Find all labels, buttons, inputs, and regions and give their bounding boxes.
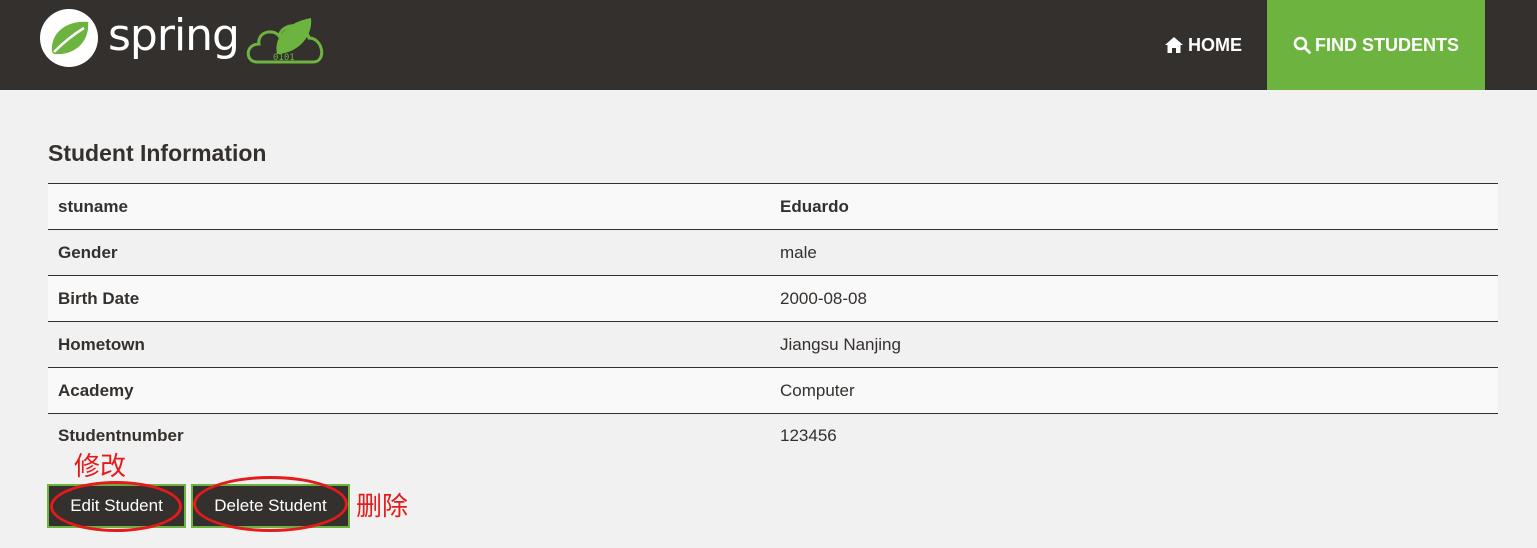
navbar: spring 0101 HOME FIND STUDENTS bbox=[0, 0, 1537, 90]
svg-text:0101: 0101 bbox=[273, 53, 295, 63]
table-row: Birth Date 2000-08-08 bbox=[48, 275, 1498, 322]
nav-find-students-link[interactable]: FIND STUDENTS bbox=[1267, 0, 1485, 90]
edit-student-button[interactable]: Edit Student bbox=[47, 484, 186, 528]
table-row: Hometown Jiangsu Nanjing bbox=[48, 321, 1498, 368]
row-label: Hometown bbox=[48, 321, 770, 368]
row-label: Gender bbox=[48, 229, 770, 276]
nav-find-label: FIND STUDENTS bbox=[1315, 34, 1459, 55]
nav-home-link[interactable]: HOME bbox=[1146, 0, 1260, 90]
page-title: Student Information bbox=[48, 140, 267, 166]
row-label: Academy bbox=[48, 367, 770, 414]
row-value: Eduardo bbox=[770, 183, 1498, 230]
row-value: Computer bbox=[770, 367, 1498, 414]
search-icon bbox=[1293, 36, 1311, 54]
edit-annotation: 修改 bbox=[74, 452, 127, 482]
row-value: 2000-08-08 bbox=[770, 275, 1498, 322]
table-row: stuname Eduardo bbox=[48, 183, 1498, 230]
brand-text: spring bbox=[108, 10, 240, 61]
spring-leaf-icon bbox=[40, 9, 98, 67]
student-info-table: stuname Eduardo Gender male Birth Date 2… bbox=[48, 183, 1498, 471]
delete-student-button[interactable]: Delete Student bbox=[191, 484, 350, 528]
row-value: male bbox=[770, 229, 1498, 276]
table-row: Academy Computer bbox=[48, 367, 1498, 414]
row-value: Jiangsu Nanjing bbox=[770, 321, 1498, 368]
table-row: Studentnumber 123456 bbox=[48, 413, 1498, 471]
row-label: Birth Date bbox=[48, 275, 770, 322]
table-row: Gender male bbox=[48, 229, 1498, 276]
home-icon bbox=[1164, 36, 1184, 54]
delete-annotation: 删除 bbox=[356, 492, 409, 522]
cloud-leaf-icon: 0101 bbox=[246, 18, 324, 64]
row-label: stuname bbox=[48, 183, 770, 230]
nav-home-label: HOME bbox=[1188, 34, 1242, 55]
row-label: Studentnumber bbox=[48, 413, 770, 471]
row-value: 123456 bbox=[770, 413, 1498, 471]
